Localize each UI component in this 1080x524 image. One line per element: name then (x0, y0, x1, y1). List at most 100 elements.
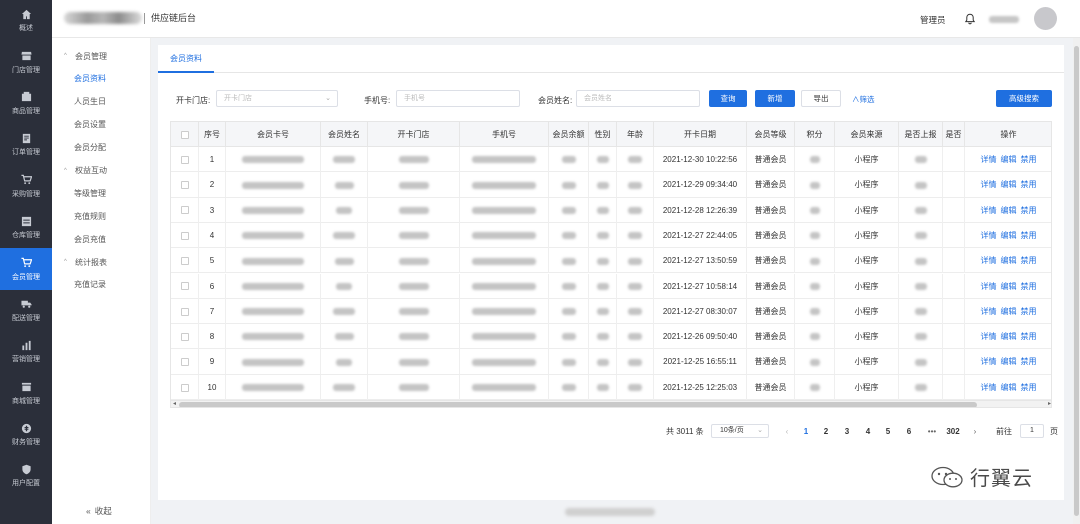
scrollbar-thumb[interactable] (179, 402, 977, 407)
row-checkbox[interactable] (180, 307, 189, 316)
admin-role-label[interactable]: 管理员 (920, 14, 946, 26)
avatar[interactable] (1034, 7, 1057, 30)
disable-link[interactable]: 禁用 (1021, 206, 1037, 215)
disable-link[interactable]: 禁用 (1021, 282, 1037, 291)
row-checkbox[interactable] (180, 282, 189, 291)
nav-item-10[interactable]: 财务管理 (0, 414, 52, 455)
submenu-item[interactable]: 充值规则 (52, 207, 151, 225)
nav-item-5[interactable]: 仓库管理 (0, 207, 52, 248)
row-checkbox[interactable] (180, 155, 189, 164)
edit-link[interactable]: 编辑 (1001, 383, 1017, 392)
disable-link[interactable]: 禁用 (1021, 383, 1037, 392)
username[interactable] (989, 16, 1019, 23)
row-checkbox[interactable] (180, 257, 189, 266)
edit-link[interactable]: 编辑 (1001, 206, 1017, 215)
page-last[interactable]: 302 (944, 425, 962, 439)
page-number[interactable]: 1 (799, 425, 813, 439)
select-all-checkbox[interactable] (180, 130, 189, 139)
submenu-item[interactable]: 充值记录 (52, 276, 151, 294)
detail-link[interactable]: 详情 (981, 155, 997, 164)
submenu-group-0[interactable]: ^ 会员管理 (52, 47, 151, 65)
disable-link[interactable]: 禁用 (1021, 332, 1037, 341)
detail-link[interactable]: 详情 (981, 282, 997, 291)
nav-item-0[interactable]: 概述 (0, 0, 52, 41)
page-number[interactable]: 3 (840, 425, 854, 439)
nav-item-3[interactable]: 订单管理 (0, 124, 52, 165)
edit-link[interactable]: 编辑 (1001, 307, 1017, 316)
detail-link[interactable]: 详情 (981, 307, 997, 316)
row-checkbox[interactable] (180, 358, 189, 367)
nav-item-8[interactable]: 营销管理 (0, 331, 52, 372)
page-number[interactable]: 2 (819, 425, 833, 439)
next-page-button[interactable]: › (968, 425, 982, 439)
submenu-item[interactable]: 会员设置 (52, 116, 151, 134)
collapse-button[interactable]: « 收起 (86, 505, 112, 517)
phone-input[interactable]: 手机号 (396, 90, 520, 107)
row-checkbox[interactable] (180, 181, 189, 190)
page-scrollbar-thumb[interactable] (1074, 46, 1079, 516)
edit-link[interactable]: 编辑 (1001, 155, 1017, 164)
scroll-right-icon[interactable]: ▸ (1048, 400, 1051, 407)
prev-page-button[interactable]: ‹ (780, 425, 794, 439)
tab-member-profile[interactable]: 会员资料 (158, 45, 214, 73)
detail-link[interactable]: 详情 (981, 206, 997, 215)
disable-link[interactable]: 禁用 (1021, 231, 1037, 240)
edit-link[interactable]: 编辑 (1001, 332, 1017, 341)
disable-link[interactable]: 禁用 (1021, 256, 1037, 265)
detail-link[interactable]: 详情 (981, 332, 997, 341)
redacted-cell (321, 374, 368, 400)
query-button[interactable]: 查询 (709, 90, 747, 107)
goto-page-input[interactable]: 1 (1020, 424, 1044, 438)
submenu-item[interactable]: 等级管理 (52, 184, 151, 202)
nav-item-6[interactable]: 会员管理 (0, 248, 52, 290)
export-button[interactable]: 导出 (801, 90, 841, 107)
new-button[interactable]: 新增 (755, 90, 795, 107)
disable-link[interactable]: 禁用 (1021, 155, 1037, 164)
page-size-select[interactable]: 10条/页 ⌄ (711, 424, 769, 438)
store-select[interactable]: 开卡门店 ⌄ (216, 90, 338, 107)
nav-item-9[interactable]: 商城管理 (0, 373, 52, 414)
submenu-item[interactable]: 人员生日 (52, 93, 151, 111)
edit-link[interactable]: 编辑 (1001, 180, 1017, 189)
row-checkbox[interactable] (180, 332, 189, 341)
detail-link[interactable]: 详情 (981, 180, 997, 189)
detail-link[interactable]: 详情 (981, 256, 997, 265)
redacted-value (628, 333, 642, 341)
nav-item-1[interactable]: 门店管理 (0, 41, 52, 82)
detail-link[interactable]: 详情 (981, 231, 997, 240)
submenu-group-1[interactable]: ^ 权益互动 (52, 162, 151, 180)
member-name-input[interactable]: 会员姓名 (576, 90, 700, 107)
disable-link[interactable]: 禁用 (1021, 357, 1037, 366)
row-checkbox[interactable] (180, 206, 189, 215)
nav-item-4[interactable]: 采购管理 (0, 166, 52, 207)
page-number[interactable]: 5 (881, 425, 895, 439)
detail-link[interactable]: 详情 (981, 357, 997, 366)
nav-item-11[interactable]: 用户配置 (0, 455, 52, 496)
filter-toggle[interactable]: ∧筛选 (852, 94, 875, 105)
edit-link[interactable]: 编辑 (1001, 231, 1017, 240)
page-scrollbar[interactable] (1073, 38, 1080, 524)
submenu-item[interactable]: 会员充值 (52, 230, 151, 248)
page-number[interactable]: 4 (861, 425, 875, 439)
disable-link[interactable]: 禁用 (1021, 307, 1037, 316)
disable-link[interactable]: 禁用 (1021, 180, 1037, 189)
member-source-cell: 小程序 (835, 147, 899, 172)
pagination-ellipsis[interactable]: ••• (925, 425, 939, 439)
advanced-search-button[interactable]: 高级搜索 (996, 90, 1052, 107)
detail-link[interactable]: 详情 (981, 383, 997, 392)
edit-link[interactable]: 编辑 (1001, 282, 1017, 291)
horizontal-scrollbar[interactable]: ◂ ▸ (171, 400, 1051, 407)
scroll-left-icon[interactable]: ◂ (173, 400, 176, 407)
page-number[interactable]: 6 (902, 425, 916, 439)
submenu-item[interactable]: 会员资料 (52, 70, 151, 88)
edit-link[interactable]: 编辑 (1001, 357, 1017, 366)
row-checkbox[interactable] (180, 383, 189, 392)
row-checkbox[interactable] (180, 231, 189, 240)
edit-link[interactable]: 编辑 (1001, 256, 1017, 265)
submenu-group-2[interactable]: ^ 统计报表 (52, 253, 151, 271)
submenu-item[interactable]: 会员分配 (52, 139, 151, 157)
redacted-cell (899, 349, 943, 375)
bell-icon[interactable] (964, 13, 976, 25)
nav-item-2[interactable]: 商品管理 (0, 83, 52, 124)
nav-item-7[interactable]: 配送管理 (0, 290, 52, 331)
